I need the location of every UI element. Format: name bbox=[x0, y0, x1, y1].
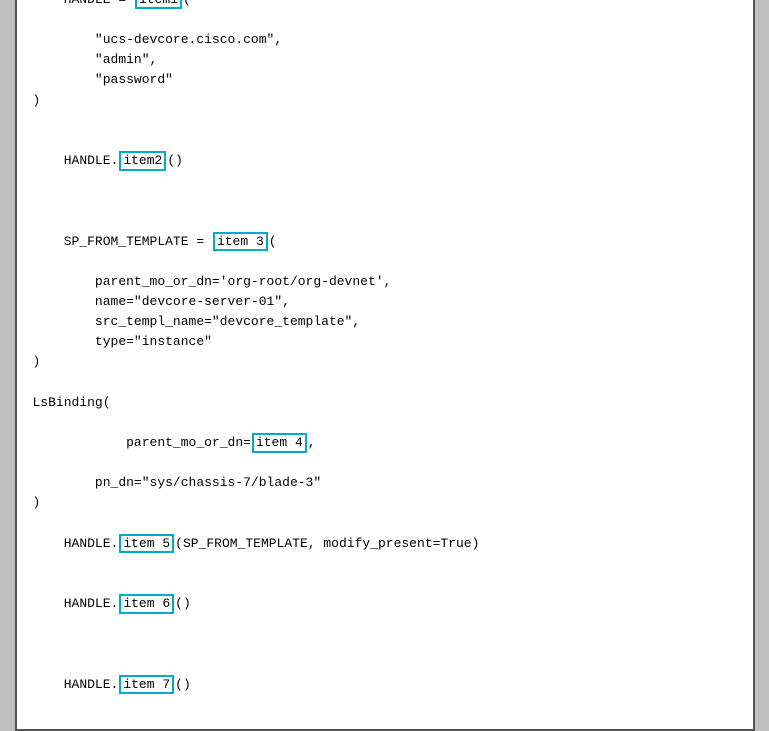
handle-item7-pre: HANDLE. bbox=[64, 677, 119, 692]
handle-item6-suf: () bbox=[175, 596, 191, 611]
ls-arg1-post: , bbox=[308, 435, 316, 450]
ls-arg1-pre: parent_mo_or_dn= bbox=[64, 435, 251, 450]
sp-arg1: parent_mo_or_dn='org-root/org-devnet', bbox=[33, 272, 737, 292]
item3-box[interactable]: item 3 bbox=[213, 232, 268, 252]
ls-binding-line: LsBinding( bbox=[33, 393, 737, 413]
handle-item7-line: HANDLE.item 7() bbox=[33, 655, 737, 715]
blank-line-5 bbox=[33, 634, 737, 654]
handle-item6-pre: HANDLE. bbox=[64, 596, 119, 611]
handle-arg3: "password" bbox=[33, 70, 737, 90]
handle-close: ) bbox=[33, 91, 737, 111]
sp-arg3: src_templ_name="devcore_template", bbox=[33, 312, 737, 332]
ls-close: ) bbox=[33, 493, 737, 513]
item7-box[interactable]: item 7 bbox=[119, 675, 174, 695]
sp-arg2: name="devcore-server-01", bbox=[33, 292, 737, 312]
handle-item7-suf: () bbox=[175, 677, 191, 692]
code-container: """ Instantiate a UCS Service Profile fr… bbox=[15, 0, 755, 731]
ls-arg1-line: parent_mo_or_dn=item 4, bbox=[33, 413, 737, 473]
handle-arg1: "ucs-devcore.cisco.com", bbox=[33, 30, 737, 50]
handle-item5-pre: HANDLE. bbox=[64, 536, 119, 551]
handle-assign-line: HANDLE = item1( bbox=[33, 0, 737, 30]
blank-line-2 bbox=[33, 111, 737, 131]
item2-box[interactable]: item2 bbox=[119, 151, 166, 171]
item6-box[interactable]: item 6 bbox=[119, 594, 174, 614]
handle-item5-line: HANDLE.item 5(SP_FROM_TEMPLATE, modify_p… bbox=[33, 514, 737, 574]
blank-line-4 bbox=[33, 373, 737, 393]
sp-close: ) bbox=[33, 352, 737, 372]
handle-arg2: "admin", bbox=[33, 50, 737, 70]
handle-assign-text: HANDLE = bbox=[64, 0, 134, 7]
handle-item2-pre: HANDLE. bbox=[64, 153, 119, 168]
sp-from-text: SP_FROM_TEMPLATE = bbox=[64, 234, 212, 249]
handle-item2-suffix: () bbox=[167, 153, 183, 168]
item5-box[interactable]: item 5 bbox=[119, 534, 174, 554]
item4-box[interactable]: item 4 bbox=[252, 433, 307, 453]
handle-item5-mid: (SP_FROM_TEMPLATE, modify_present=True) bbox=[175, 536, 479, 551]
ls-arg2: pn_dn="sys/chassis-7/blade-3" bbox=[33, 473, 737, 493]
item1-box[interactable]: item1 bbox=[135, 0, 182, 9]
handle-open-paren: ( bbox=[183, 0, 191, 7]
handle-item2-line: HANDLE.item2() bbox=[33, 131, 737, 191]
sp-from-line: SP_FROM_TEMPLATE = item 3( bbox=[33, 211, 737, 271]
handle-item6-line: HANDLE.item 6() bbox=[33, 574, 737, 634]
blank-line-3 bbox=[33, 191, 737, 211]
sp-open-paren: ( bbox=[269, 234, 277, 249]
sp-arg4: type="instance" bbox=[33, 332, 737, 352]
